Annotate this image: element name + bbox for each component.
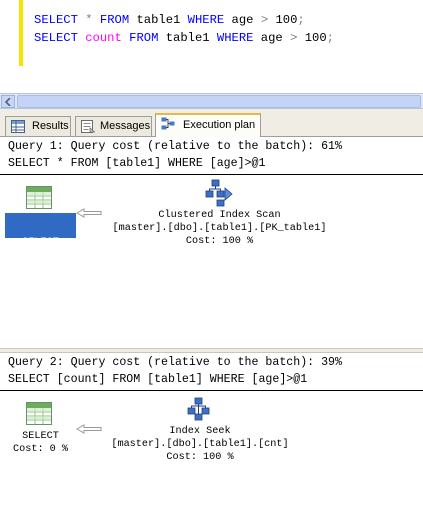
grid-icon xyxy=(11,120,25,133)
code-token: table1 xyxy=(129,13,188,27)
scroll-thumb[interactable] xyxy=(17,95,421,108)
editor-horizontal-scrollbar[interactable] xyxy=(0,93,423,109)
query-1-cost-header: Query 1: Query cost (relative to the bat… xyxy=(8,140,342,153)
code-token: FROM xyxy=(129,31,159,45)
index-seek-title: Index Seek xyxy=(169,426,231,437)
code-token: age xyxy=(224,13,261,27)
select-result-icon[interactable] xyxy=(26,402,52,425)
code-line-2[interactable]: SELECT count FROM table1 WHERE age > 100… xyxy=(34,31,334,45)
query-2-plan-panel: Query 2: Query cost (relative to the bat… xyxy=(0,353,423,508)
data-flow-arrow xyxy=(76,208,102,218)
clustered-index-scan-title: Clustered Index Scan xyxy=(158,210,281,221)
editor-gutter xyxy=(0,0,18,93)
editor-change-bar xyxy=(19,0,23,66)
code-token: * xyxy=(85,13,93,27)
select-node-title: SELECT xyxy=(22,237,59,248)
tab-messages[interactable]: Messages xyxy=(75,116,152,136)
code-line-1[interactable]: SELECT * FROM table1 WHERE age > 100; xyxy=(34,13,305,27)
query-1-divider xyxy=(0,174,423,175)
code-token: WHERE xyxy=(187,13,225,27)
query-1-plan-panel: Query 1: Query cost (relative to the bat… xyxy=(0,137,423,348)
code-token: table1 xyxy=(158,31,217,45)
code-token: ; xyxy=(297,13,305,27)
clustered-index-scan-cost: Cost: 100 % xyxy=(185,236,254,247)
select-node-cost: Cost: 0 % xyxy=(12,270,69,281)
results-tab-strip: Results Messages Execution plan xyxy=(0,109,423,137)
query-2-cost-header: Query 2: Query cost (relative to the bat… xyxy=(8,356,342,369)
select-result-icon[interactable] xyxy=(26,186,52,209)
code-token: WHERE xyxy=(216,31,254,45)
scroll-left-button[interactable] xyxy=(1,95,15,108)
select-node-title[interactable]: SELECT xyxy=(5,431,76,442)
tab-execution-plan[interactable]: Execution plan xyxy=(155,113,261,137)
clustered-index-scan-icon[interactable] xyxy=(205,179,234,207)
query-2-sql-text: SELECT [count] FROM [table1] WHERE [age]… xyxy=(8,373,308,386)
tab-messages-label: Messages xyxy=(100,120,151,132)
code-token: count xyxy=(85,31,122,45)
code-token: SELECT xyxy=(34,13,78,27)
code-token: 100 xyxy=(297,31,327,45)
index-seek-cost: Cost: 100 % xyxy=(166,452,234,463)
data-flow-arrow xyxy=(76,424,102,434)
code-token: 100 xyxy=(268,13,298,27)
code-token: ; xyxy=(326,31,334,45)
tab-results[interactable]: Results xyxy=(5,116,71,136)
chevron-left-icon xyxy=(5,98,11,106)
tab-execution-plan-label: Execution plan xyxy=(183,119,256,131)
code-token: age xyxy=(253,31,291,45)
messages-icon xyxy=(81,120,95,133)
execution-plan-icon xyxy=(161,117,175,130)
query-2-divider xyxy=(0,390,423,391)
query-1-sql-text: SELECT * FROM [table1] WHERE [age]>@1 xyxy=(8,157,266,170)
select-node-cost: Cost: 0 % xyxy=(12,444,69,455)
clustered-index-scan-object: [master].[dbo].[table1].[PK_table1] xyxy=(112,223,327,234)
sql-editor[interactable]: SELECT * FROM table1 WHERE age > 100; SE… xyxy=(0,0,423,93)
index-seek-object: [master].[dbo].[table1].[cnt] xyxy=(111,439,289,450)
code-token: FROM xyxy=(99,13,130,27)
code-token: SELECT xyxy=(34,31,78,45)
select-node-selected[interactable]: SELECT Cost: 0 % xyxy=(5,213,76,281)
index-seek-icon[interactable] xyxy=(187,397,211,421)
tab-results-label: Results xyxy=(32,120,69,132)
